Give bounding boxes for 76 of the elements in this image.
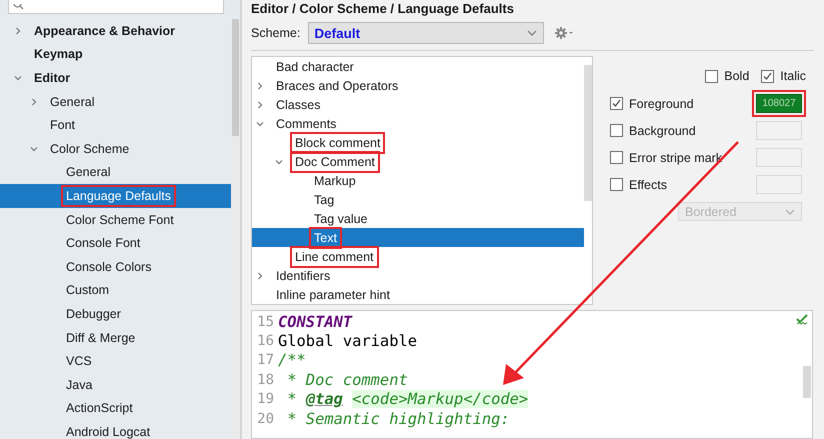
code-line: * @tag <code>Markup</code> [286, 390, 528, 408]
code-line: * Doc comment [286, 370, 408, 389]
chevron-right-icon[interactable] [256, 82, 264, 90]
scrollbar-thumb[interactable] [232, 19, 239, 136]
check-icon [796, 314, 808, 326]
scrollbar-thumb[interactable] [803, 366, 811, 398]
line-number: 15 [256, 314, 274, 330]
chevron-right-icon[interactable] [256, 272, 264, 280]
checkbox-label: Italic [780, 69, 806, 83]
tree-item[interactable]: Line comment [252, 247, 584, 266]
tree-item[interactable]: General [0, 90, 231, 114]
tree-item[interactable]: Custom [0, 278, 231, 302]
search-icon [13, 4, 24, 10]
checkbox-label: Effects [629, 178, 668, 192]
chevron-down-icon[interactable] [14, 74, 22, 82]
scheme-dropdown[interactable]: Default [308, 22, 544, 44]
checkbox-label: Error stripe mark [629, 150, 724, 164]
tree-item[interactable]: Color Scheme Font [0, 208, 231, 232]
checkbox-label: Foreground [629, 96, 695, 110]
line-number: 20 [256, 410, 274, 427]
checkbox[interactable] [610, 151, 623, 164]
tree-item[interactable]: Color Scheme [0, 136, 231, 161]
line-number: 16 [256, 333, 274, 350]
tree-item[interactable]: VCS [0, 349, 231, 373]
code-line: /** [278, 351, 306, 370]
chevron-right-icon[interactable] [256, 100, 264, 108]
checkbox[interactable] [705, 70, 718, 82]
tree-item[interactable]: Inline parameter hint [252, 285, 584, 304]
tree-item[interactable]: Classes [252, 95, 584, 114]
tree-item[interactable]: Debugger [0, 302, 231, 326]
code-line: * Semantic highlighting: [286, 410, 510, 428]
tree-item[interactable]: Appearance & Behavior [0, 19, 231, 43]
tree-item[interactable]: Keymap [0, 42, 231, 66]
chevron-down-icon[interactable] [256, 120, 264, 128]
tree-item[interactable]: Text [252, 228, 584, 247]
chevron-right-icon[interactable] [30, 98, 38, 106]
checkbox-label: Bold [724, 69, 750, 83]
checkbox[interactable] [610, 124, 623, 137]
checkbox[interactable] [761, 70, 774, 82]
chevron-down-icon[interactable] [30, 144, 38, 153]
gear-icon[interactable] [554, 26, 574, 40]
tree-item[interactable]: Bad character [252, 57, 584, 76]
tree-item[interactable]: Console Font [0, 231, 231, 255]
search-field[interactable] [8, 0, 224, 14]
breadcrumb: Editor / Color Scheme / Language Defaults [251, 1, 515, 17]
line-number: 17 [256, 352, 274, 368]
tree-item[interactable]: Identifiers [252, 266, 584, 285]
tree-item[interactable]: Doc Comment [252, 152, 584, 171]
tree-item[interactable]: Tag value [252, 209, 584, 228]
tree-item[interactable]: General [0, 160, 231, 184]
chevron-right-icon[interactable] [14, 26, 22, 35]
checkbox[interactable] [610, 97, 623, 110]
line-number: 18 [256, 372, 274, 388]
line-number: 19 [256, 391, 274, 408]
tree-item[interactable]: Android Logcat [0, 420, 231, 439]
code-line: CONSTANT [278, 312, 352, 331]
tree-item[interactable]: Diff & Merge [0, 326, 231, 350]
tree-item[interactable]: Markup [252, 171, 584, 190]
caret-icon [527, 30, 538, 36]
tree-item[interactable]: Language Defaults [0, 184, 231, 208]
caret-icon [785, 208, 795, 214]
scheme-label: Scheme: [251, 26, 300, 40]
tree-item[interactable]: Tag [252, 190, 584, 209]
tree-item[interactable]: Block comment [252, 133, 584, 152]
scrollbar-thumb[interactable] [584, 65, 592, 201]
checkbox[interactable] [610, 178, 623, 191]
tree-item[interactable]: Font [0, 113, 231, 137]
tree-item[interactable]: Java [0, 372, 231, 396]
tree-item[interactable]: Console Colors [0, 254, 231, 279]
tree-item[interactable]: Braces and Operators [252, 76, 584, 95]
tree-item[interactable]: Comments [252, 114, 584, 133]
chevron-down-icon[interactable] [275, 158, 283, 166]
tree-item[interactable]: Editor [0, 66, 231, 90]
code-line: Global variable [278, 332, 417, 350]
tree-item[interactable]: ActionScript [0, 396, 231, 420]
checkbox-label: Background [629, 124, 697, 138]
